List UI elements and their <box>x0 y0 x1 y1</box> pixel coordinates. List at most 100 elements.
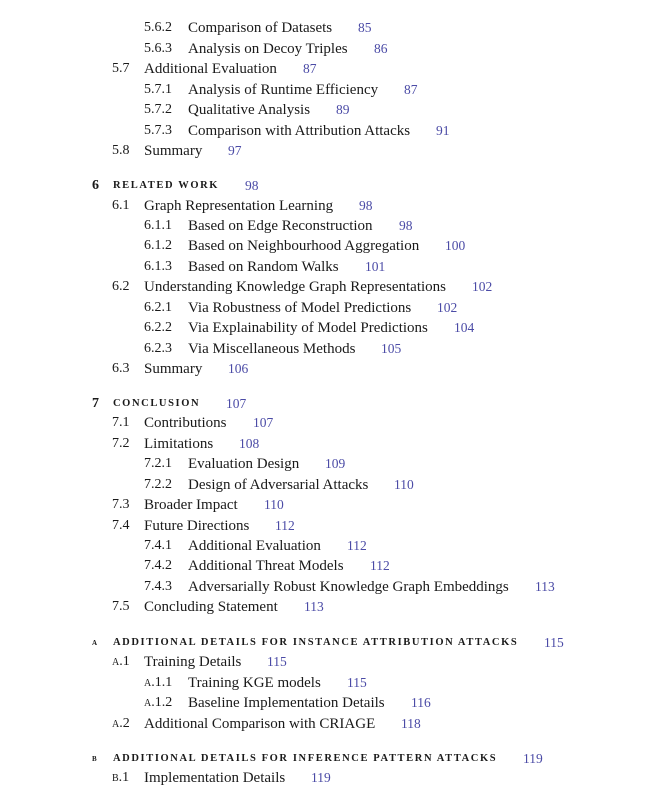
toc-entry-title[interactable]: Evaluation Design <box>188 454 299 474</box>
toc-entry-number: 6.1 <box>112 198 130 213</box>
toc-entry-title[interactable]: Concluding Statement <box>144 597 278 617</box>
toc-entry-number: A.1.1 <box>144 675 173 690</box>
toc-entry-title[interactable]: Additional Threat Models <box>188 556 344 576</box>
toc-entry-number: 7.4.2 <box>144 558 172 573</box>
toc-entry-number: 7.5 <box>112 599 130 614</box>
toc-entry-title[interactable]: Baseline Implementation Details <box>188 693 385 713</box>
toc-entry-number: 5.7.2 <box>144 102 172 117</box>
toc-entry-page-number[interactable]: 105 <box>381 339 401 359</box>
toc-entry-page-number[interactable]: 102 <box>437 298 457 318</box>
toc-entry-title[interactable]: Based on Neighbourhood Aggregation <box>188 236 419 256</box>
toc-entry-page-number[interactable]: 113 <box>304 597 324 617</box>
toc-entry-page-number[interactable]: 112 <box>347 536 367 556</box>
toc-entry-title[interactable]: Contributions <box>144 413 227 433</box>
toc-entry-title[interactable]: Broader Impact <box>144 495 238 515</box>
toc-entry-page-number[interactable]: 97 <box>228 141 242 161</box>
toc-entry-number: A.1 <box>112 654 130 669</box>
toc-entry-page-number[interactable]: 118 <box>401 714 421 734</box>
toc-entry-page-number[interactable]: 108 <box>239 434 259 454</box>
toc-entry-number: 7.1 <box>112 415 130 430</box>
toc-entry-number: 7.4.3 <box>144 579 172 594</box>
toc-entry-title[interactable]: Comparison of Datasets <box>188 18 332 38</box>
toc-entry-title[interactable]: Analysis on Decoy Triples <box>188 39 348 59</box>
toc-entry-page-number[interactable]: 110 <box>264 495 284 515</box>
toc-entry-page-number[interactable]: 89 <box>336 100 350 120</box>
toc-entry-number: 6.2.3 <box>144 341 172 356</box>
toc-entry-title[interactable]: Comparison with Attribution Attacks <box>188 121 410 141</box>
toc-entry-page-number[interactable]: 101 <box>365 257 385 277</box>
toc-entry-number: A.2 <box>112 716 130 731</box>
toc-entry-number: 5.6.2 <box>144 20 172 35</box>
toc-entry-page-number[interactable]: 112 <box>275 516 295 536</box>
toc-entry-page-number[interactable]: 112 <box>370 556 390 576</box>
toc-entry-title[interactable]: Limitations <box>144 434 213 454</box>
toc-entry-page-number[interactable]: 87 <box>303 59 317 79</box>
toc-entry-number: 7.3 <box>112 497 130 512</box>
toc-entry-title[interactable]: Based on Random Walks <box>188 257 339 277</box>
toc-entry-title[interactable]: Future Directions <box>144 516 249 536</box>
toc-entry-page-number[interactable]: 110 <box>394 475 414 495</box>
toc-entry-title[interactable]: Via Explainability of Model Predictions <box>188 318 428 338</box>
toc-entry-number: 6.1.1 <box>144 218 172 233</box>
toc-entry-title[interactable]: Graph Representation Learning <box>144 196 333 216</box>
toc-entry-title[interactable]: Understanding Knowledge Graph Representa… <box>144 277 446 297</box>
toc-entry-page-number[interactable]: 115 <box>347 673 367 693</box>
toc-entry-number: 5.7 <box>112 61 130 76</box>
toc-entry-page-number[interactable]: 98 <box>399 216 413 236</box>
toc-entry-number: 6.2.1 <box>144 300 172 315</box>
toc-entry-number: 6.1.3 <box>144 259 172 274</box>
toc-entry-title[interactable]: Additional Details for Instance Attribut… <box>113 633 518 653</box>
toc-entry-title[interactable]: Related Work <box>113 176 219 196</box>
toc-entry-title[interactable]: Implementation Details <box>144 768 285 788</box>
toc-entry-title[interactable]: Conclusion <box>113 394 200 414</box>
toc-entry-title[interactable]: Analysis of Runtime Efficiency <box>188 80 378 100</box>
toc-entry-page-number[interactable]: 87 <box>404 80 418 100</box>
toc-entry-page-number[interactable]: 109 <box>325 454 345 474</box>
toc-entry-page-number[interactable]: 100 <box>445 236 465 256</box>
toc-entry-number: 6 <box>92 178 99 193</box>
toc-entry-number: 7.4.1 <box>144 538 172 553</box>
toc-entry-number: B.1 <box>112 770 130 785</box>
toc-entry-page-number[interactable]: 115 <box>267 652 287 672</box>
toc-entry-number: A <box>92 637 98 648</box>
toc-entry-title[interactable]: Design of Adversarial Attacks <box>188 475 368 495</box>
toc-entry-page-number[interactable]: 113 <box>535 577 555 597</box>
toc-entry-page-number[interactable]: 106 <box>228 359 248 379</box>
toc-entry-number: B <box>92 753 98 764</box>
toc-entry-title[interactable]: Additional Evaluation <box>188 536 321 556</box>
toc-entry-number: 7.2.1 <box>144 456 172 471</box>
toc-entry-title[interactable]: Summary <box>144 359 202 379</box>
toc-entry-title[interactable]: Via Robustness of Model Predictions <box>188 298 411 318</box>
toc-entry-title[interactable]: Training KGE models <box>188 673 321 693</box>
toc-entry-number: 6.2.2 <box>144 320 172 335</box>
toc-entry-page-number[interactable]: 107 <box>253 413 273 433</box>
toc-entry-page-number[interactable]: 86 <box>374 39 388 59</box>
toc-entry-title[interactable]: Via Miscellaneous Methods <box>188 339 355 359</box>
toc-entry-number: 7.2.2 <box>144 477 172 492</box>
toc-entry-title[interactable]: Adversarially Robust Knowledge Graph Emb… <box>188 577 509 597</box>
toc-entry-page-number[interactable]: 98 <box>359 196 373 216</box>
toc-entry-page-number[interactable]: 98 <box>245 176 259 196</box>
toc-entry-page-number[interactable]: 85 <box>358 18 372 38</box>
toc-entry-page-number[interactable]: 102 <box>472 277 492 297</box>
toc-entry-title[interactable]: Based on Edge Reconstruction <box>188 216 373 236</box>
toc-entry-page-number[interactable]: 116 <box>411 693 431 713</box>
toc-entry-number: 7.2 <box>112 436 130 451</box>
toc-entry-title[interactable]: Additional Evaluation <box>144 59 277 79</box>
toc-entry-title[interactable]: Summary <box>144 141 202 161</box>
toc-entry-page-number[interactable]: 119 <box>523 749 543 769</box>
toc-entry-page-number[interactable]: 119 <box>311 768 331 788</box>
toc-entry-number: 5.8 <box>112 143 130 158</box>
toc-entry-page-number[interactable]: 104 <box>454 318 474 338</box>
toc-entry-title[interactable]: Qualitative Analysis <box>188 100 310 120</box>
toc-entry-number: 6.1.2 <box>144 238 172 253</box>
toc-entry-page-number[interactable]: 115 <box>544 633 564 653</box>
toc-entry-title[interactable]: Additional Comparison with CRIAGE <box>144 714 375 734</box>
toc-entry-page-number[interactable]: 91 <box>436 121 450 141</box>
toc-entry-page-number[interactable]: 107 <box>226 394 246 414</box>
toc-entry-title[interactable]: Additional Details for Inference Pattern… <box>113 749 497 769</box>
toc-entry-number: 5.7.1 <box>144 82 172 97</box>
toc-entry-number: 6.3 <box>112 361 130 376</box>
toc-entry-title[interactable]: Training Details <box>144 652 241 672</box>
toc-entry-number: 7 <box>92 396 99 411</box>
